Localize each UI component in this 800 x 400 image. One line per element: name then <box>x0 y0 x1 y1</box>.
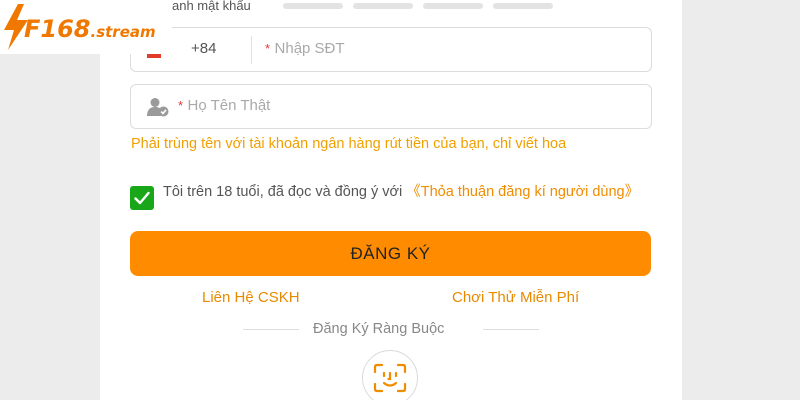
brand-logo-text: F168.stream <box>24 15 156 43</box>
divider <box>251 36 252 64</box>
password-strength: anh mật khẩu <box>172 0 251 14</box>
name-hint: Phải trùng tên với tài khoản ngân hàng r… <box>131 136 567 152</box>
full-name-placeholder: Họ Tên Thật <box>187 97 271 114</box>
user-verified-icon <box>147 98 169 117</box>
agreement-text: Tôi trên 18 tuổi, đã đọc và đồng ý với 《… <box>163 182 643 202</box>
face-id-icon <box>373 363 407 393</box>
divider-line <box>483 329 539 330</box>
strength-bar <box>353 3 413 9</box>
bound-register-label: Đăng Ký Ràng Buộc <box>313 321 445 337</box>
divider-line <box>243 329 299 330</box>
register-button[interactable]: ĐĂNG KÝ <box>130 231 651 276</box>
password-strength-label: anh mật khẩu <box>172 0 251 13</box>
user-agreement-link[interactable]: 《Thỏa thuận đăng kí người dùng》 <box>406 184 639 200</box>
full-name-input[interactable]: * Họ Tên Thật <box>178 97 270 115</box>
strength-bar <box>493 3 553 9</box>
password-strength-bars <box>283 3 553 9</box>
bound-register-divider: Đăng Ký Ràng Buộc <box>243 320 539 340</box>
required-mark: * <box>265 41 271 56</box>
phone-input[interactable]: * Nhập SĐT <box>265 40 345 58</box>
agreement-label: Tôi trên 18 tuổi, đã đọc và đồng ý với <box>163 184 407 200</box>
brand-logo: F168.stream <box>0 0 172 54</box>
required-mark: * <box>178 98 184 113</box>
brand-domain: .stream <box>90 23 156 41</box>
phone-placeholder: Nhập SĐT <box>274 40 345 57</box>
brand-name: F168 <box>24 15 91 43</box>
agreement-checkbox[interactable] <box>130 186 154 210</box>
country-code[interactable]: +84 <box>191 40 216 57</box>
strength-bar <box>283 3 343 9</box>
customer-support-link[interactable]: Liên Hệ CSKH <box>202 289 300 306</box>
phone-field[interactable]: +84 * Nhập SĐT <box>130 27 652 72</box>
free-play-link[interactable]: Chơi Thử Miễn Phí <box>452 289 579 306</box>
face-id-button[interactable] <box>362 350 418 400</box>
strength-bar <box>423 3 483 9</box>
check-icon <box>134 191 150 205</box>
full-name-field[interactable]: * Họ Tên Thật <box>130 84 652 129</box>
